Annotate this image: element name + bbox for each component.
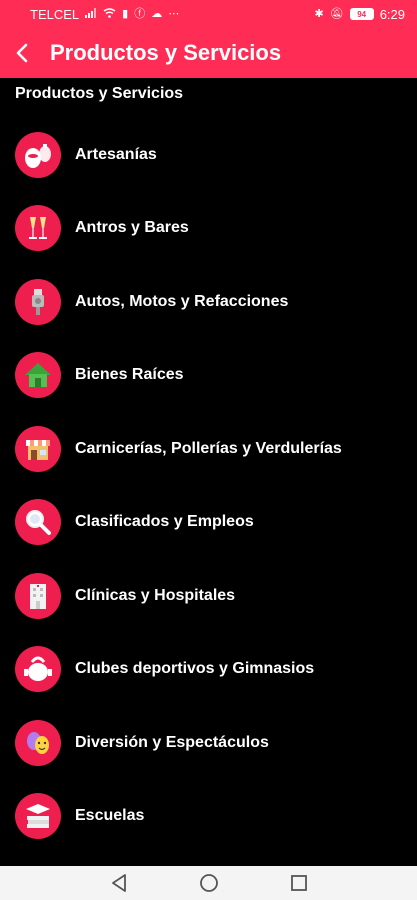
category-label: Autos, Motos y Refacciones [75, 292, 289, 310]
wifi-icon [103, 7, 116, 21]
nav-back-button[interactable] [107, 871, 131, 895]
category-item-bienes-raices[interactable]: Bienes Raíces [0, 339, 417, 413]
category-label: Clubes deportivos y Gimnasios [75, 660, 315, 678]
app-notification-icon: ☁ [151, 7, 163, 20]
category-label: Bienes Raíces [75, 366, 184, 384]
category-item-clasificados-empleos[interactable]: Clasificados y Empleos [0, 486, 417, 560]
triangle-back-icon [111, 874, 126, 892]
category-item-diversion-espectaculos[interactable]: Diversión y Espectáculos [0, 706, 417, 780]
facebook-icon: ⓕ [134, 7, 146, 20]
back-arrow-icon [16, 43, 28, 63]
nav-recents-button[interactable] [287, 871, 311, 895]
category-item-autos-motos-refacciones[interactable]: Autos, Motos y Refacciones [0, 265, 417, 339]
category-list-screen[interactable]: Productos y Servicios Artesanías Antros … [0, 78, 417, 866]
notification-icon: ▮ [122, 7, 129, 20]
books-graduation-cap-icon [15, 793, 61, 840]
category-label: Clasificados y Empleos [75, 513, 254, 531]
category-label: Diversión y Espectáculos [75, 733, 269, 751]
app-bar: Productos y Servicios [0, 28, 417, 78]
house-icon [15, 352, 61, 399]
status-bar: TELCEL ▮ ⓕ ☁ ⋯ ✱ 🔕︎ 94 6:29 [0, 0, 417, 28]
category-list: Artesanías Antros y Bares Autos, Motos y… [0, 118, 417, 853]
back-button[interactable] [2, 28, 42, 78]
theater-masks-icon [15, 719, 61, 766]
pottery-icon [15, 131, 61, 178]
page-title: Productos y Servicios [50, 40, 282, 65]
category-item-carnicerias[interactable]: Carnicerías, Pollerías y Verdulerías [0, 412, 417, 486]
category-item-clinicas-hospitales[interactable]: Clínicas y Hospitales [0, 559, 417, 633]
nav-home-button[interactable] [197, 871, 221, 895]
square-recents-icon [290, 875, 307, 891]
hospital-building-icon [15, 572, 61, 619]
category-label: Artesanías [75, 145, 157, 163]
system-navigation-bar [0, 866, 417, 900]
more-notifications-icon: ⋯ [168, 7, 180, 20]
car-part-icon [15, 278, 61, 325]
category-label: Clínicas y Hospitales [75, 586, 236, 604]
magnifier-icon [15, 499, 61, 546]
signal-icon [85, 7, 97, 21]
section-heading: Productos y Servicios [15, 85, 184, 102]
shop-icon [15, 425, 61, 472]
category-item-antros-y-bares[interactable]: Antros y Bares [0, 192, 417, 266]
category-label: Antros y Bares [75, 219, 189, 237]
champagne-glasses-icon [15, 205, 61, 252]
circle-home-icon [199, 874, 218, 892]
category-item-escuelas[interactable]: Escuelas [0, 780, 417, 854]
kettlebell-icon [15, 646, 61, 693]
category-item-clubes-deportivos[interactable]: Clubes deportivos y Gimnasios [0, 633, 417, 707]
mute-icon: 🔕︎ [329, 7, 344, 20]
carrier-label: TELCEL [30, 6, 80, 22]
battery-icon: 94 [349, 8, 374, 20]
bluetooth-icon: ✱ [314, 7, 324, 20]
clock: 6:29 [379, 6, 405, 22]
category-item-artesanias[interactable]: Artesanías [0, 118, 417, 192]
category-label: Carnicerías, Pollerías y Verdulerías [75, 439, 342, 457]
category-label: Escuelas [75, 807, 145, 825]
